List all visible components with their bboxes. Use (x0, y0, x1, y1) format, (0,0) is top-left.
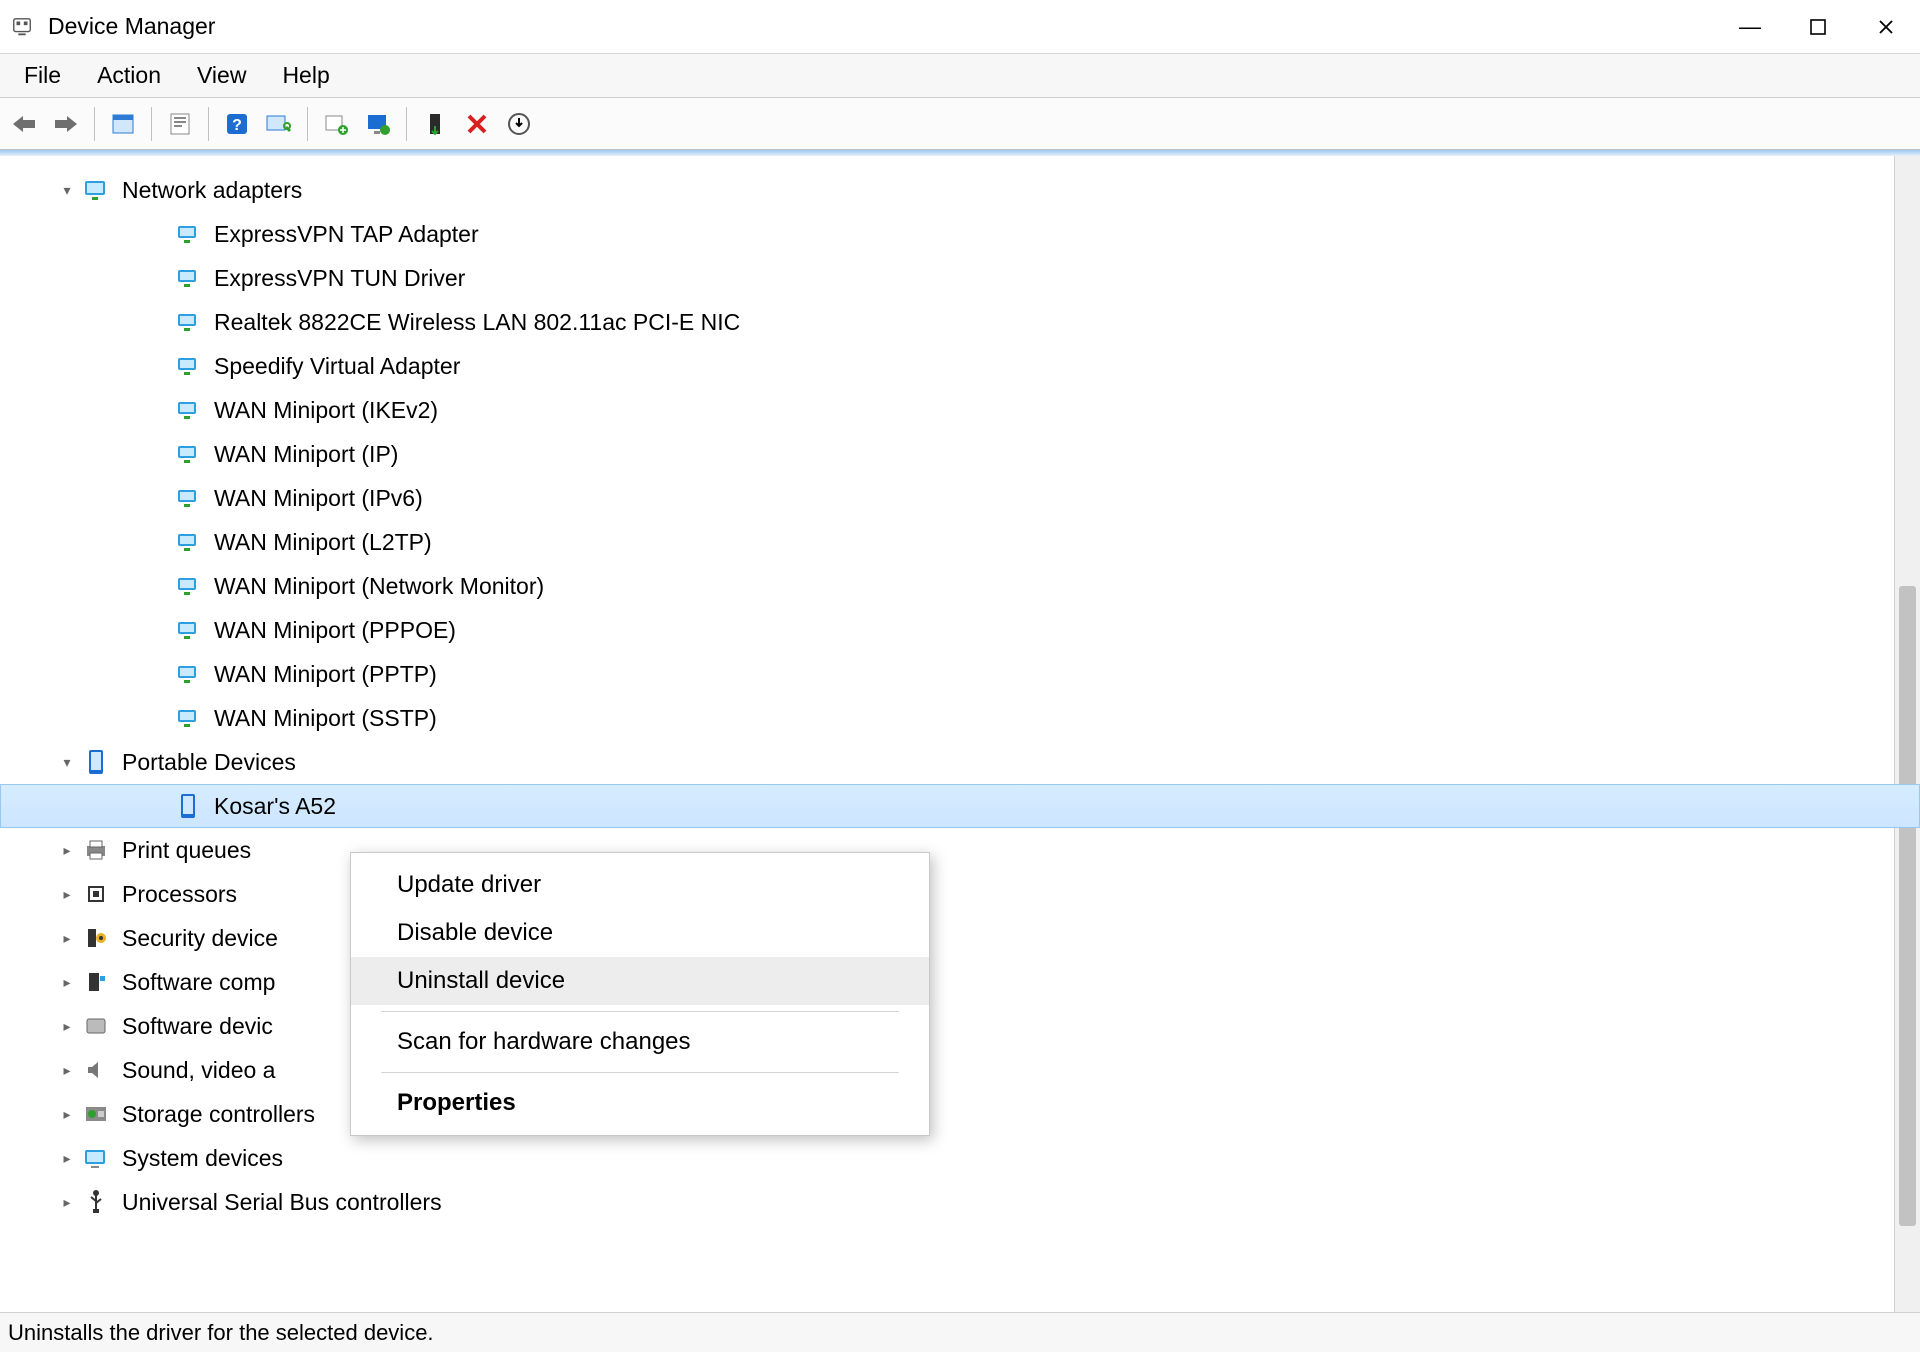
phone-icon (174, 792, 202, 820)
software-device-icon (82, 1012, 110, 1040)
chevron-right-icon[interactable]: ▸ (56, 1194, 78, 1211)
device-network-adapter[interactable]: ExpressVPN TUN Driver (0, 256, 1920, 300)
properties-button[interactable] (160, 104, 200, 144)
uninstall-button[interactable] (415, 104, 455, 144)
printer-icon (82, 836, 110, 864)
device-network-adapter[interactable]: WAN Miniport (IPv6) (0, 476, 1920, 520)
category-security-devices[interactable]: ▸ Security device (0, 916, 1920, 960)
network-adapter-icon (174, 396, 202, 424)
title-bar: Device Manager — (0, 0, 1920, 54)
cm-update-driver[interactable]: Update driver (351, 861, 929, 909)
status-text: Uninstalls the driver for the selected d… (8, 1320, 434, 1346)
scan-devices-button[interactable] (259, 104, 299, 144)
context-menu-separator (381, 1011, 899, 1012)
update-driver-button[interactable] (316, 104, 356, 144)
device-network-adapter[interactable]: WAN Miniport (PPPOE) (0, 608, 1920, 652)
menu-file[interactable]: File (6, 56, 79, 95)
scan-hw-button[interactable] (499, 104, 539, 144)
show-hidden-button[interactable] (103, 104, 143, 144)
window-title: Device Manager (48, 13, 215, 40)
network-adapter-icon (174, 352, 202, 380)
cm-uninstall-device[interactable]: Uninstall device (351, 957, 929, 1005)
network-adapter-icon (174, 572, 202, 600)
usb-icon (82, 1188, 110, 1216)
cpu-icon (82, 880, 110, 908)
security-key-icon (82, 924, 110, 952)
svg-text:?: ? (232, 117, 242, 134)
network-adapter-icon (174, 308, 202, 336)
network-adapter-icon (174, 528, 202, 556)
category-portable-devices[interactable]: ▾ Portable Devices (0, 740, 1920, 784)
chevron-right-icon[interactable]: ▸ (56, 842, 78, 859)
category-label: Portable Devices (122, 749, 296, 776)
network-adapter-icon (174, 660, 202, 688)
menu-view[interactable]: View (179, 56, 264, 95)
device-network-adapter[interactable]: WAN Miniport (SSTP) (0, 696, 1920, 740)
toolbar: ? (0, 98, 1920, 150)
cm-scan-hardware[interactable]: Scan for hardware changes (351, 1018, 929, 1066)
app-icon (10, 15, 34, 39)
network-adapter-icon (174, 616, 202, 644)
device-network-adapter[interactable]: WAN Miniport (L2TP) (0, 520, 1920, 564)
device-portable-selected[interactable]: Kosar's A52 (0, 784, 1920, 828)
chevron-right-icon[interactable]: ▸ (56, 1106, 78, 1123)
chevron-down-icon[interactable]: ▾ (56, 754, 78, 771)
category-software-components[interactable]: ▸ Software comp (0, 960, 1920, 1004)
category-network-adapters[interactable]: ▾ Network adapters (0, 168, 1920, 212)
chevron-down-icon[interactable]: ▾ (56, 182, 78, 199)
portable-device-category-icon (82, 748, 110, 776)
cm-properties[interactable]: Properties (351, 1079, 929, 1127)
device-network-adapter[interactable]: WAN Miniport (IKEv2) (0, 388, 1920, 432)
category-label: Network adapters (122, 177, 302, 204)
chevron-right-icon[interactable]: ▸ (56, 1018, 78, 1035)
device-network-adapter[interactable]: WAN Miniport (PPTP) (0, 652, 1920, 696)
chevron-right-icon[interactable]: ▸ (56, 930, 78, 947)
menu-bar: File Action View Help (0, 54, 1920, 98)
speaker-icon (82, 1056, 110, 1084)
storage-icon (82, 1100, 110, 1128)
category-system-devices[interactable]: ▸ System devices (0, 1136, 1920, 1180)
close-button[interactable] (1852, 0, 1920, 54)
category-processors[interactable]: ▸ Processors (0, 872, 1920, 916)
maximize-button[interactable] (1784, 0, 1852, 54)
nav-back-button[interactable] (4, 104, 44, 144)
menu-action[interactable]: Action (79, 56, 179, 95)
network-adapter-icon (174, 704, 202, 732)
network-adapter-category-icon (82, 176, 110, 204)
category-print-queues[interactable]: ▸ Print queues (0, 828, 1920, 872)
category-usb-controllers[interactable]: ▸ Universal Serial Bus controllers (0, 1180, 1920, 1224)
network-adapter-icon (174, 264, 202, 292)
help-button[interactable]: ? (217, 104, 257, 144)
tree-container: ▾ Network adapters ExpressVPN TAP Adapte… (0, 150, 1920, 1312)
nav-forward-button[interactable] (46, 104, 86, 144)
context-menu: Update driver Disable device Uninstall d… (350, 852, 930, 1136)
chevron-right-icon[interactable]: ▸ (56, 1150, 78, 1167)
cm-disable-device[interactable]: Disable device (351, 909, 929, 957)
network-adapter-icon (174, 220, 202, 248)
context-menu-separator (381, 1072, 899, 1073)
device-network-adapter[interactable]: Speedify Virtual Adapter (0, 344, 1920, 388)
network-adapter-icon (174, 484, 202, 512)
menu-help[interactable]: Help (264, 56, 347, 95)
device-network-adapter[interactable]: WAN Miniport (Network Monitor) (0, 564, 1920, 608)
minimize-button[interactable]: — (1716, 0, 1784, 54)
category-storage-controllers[interactable]: ▸ Storage controllers (0, 1092, 1920, 1136)
category-software-devices[interactable]: ▸ Software devic (0, 1004, 1920, 1048)
device-network-adapter[interactable]: Realtek 8822CE Wireless LAN 802.11ac PCI… (0, 300, 1920, 344)
chevron-right-icon[interactable]: ▸ (56, 1062, 78, 1079)
system-device-icon (82, 1144, 110, 1172)
category-sound-video[interactable]: ▸ Sound, video a (0, 1048, 1920, 1092)
enable-device-button[interactable] (358, 104, 398, 144)
status-bar: Uninstalls the driver for the selected d… (0, 1312, 1920, 1352)
chevron-right-icon[interactable]: ▸ (56, 886, 78, 903)
device-network-adapter[interactable]: WAN Miniport (IP) (0, 432, 1920, 476)
delete-button[interactable] (457, 104, 497, 144)
software-component-icon (82, 968, 110, 996)
network-adapter-icon (174, 440, 202, 468)
device-network-adapter[interactable]: ExpressVPN TAP Adapter (0, 212, 1920, 256)
chevron-right-icon[interactable]: ▸ (56, 974, 78, 991)
